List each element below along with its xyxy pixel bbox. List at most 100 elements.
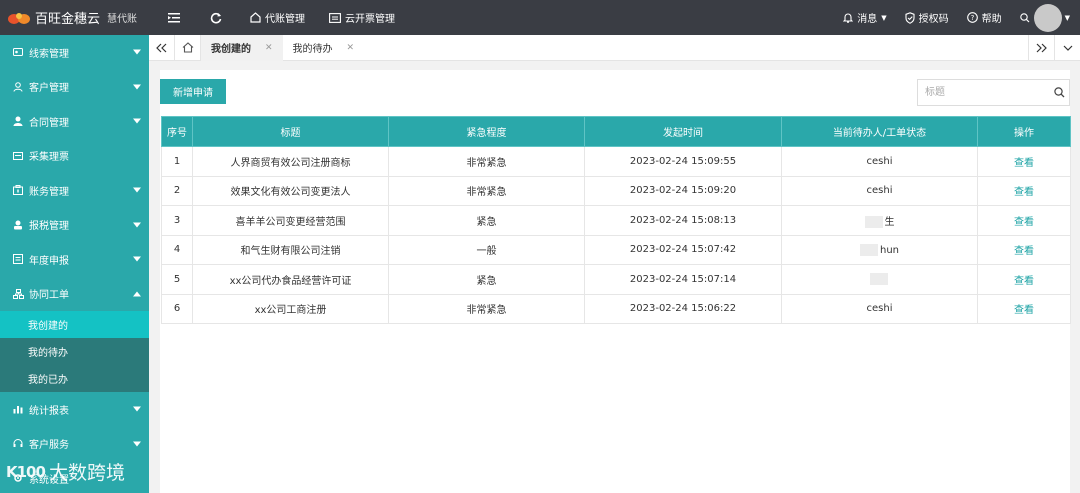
svg-text:?: ? [970,14,974,22]
sidebar-item-service[interactable]: 客户服务 [0,427,149,462]
cell-action: 查看 [977,264,1071,295]
collapse-menu-button[interactable] [168,12,180,23]
tab-bar: 我创建的 ✕ 我的待办 ✕ [149,34,1080,61]
tab-label: 我创建的 [211,44,251,55]
avatar[interactable] [1033,3,1062,32]
view-link[interactable]: 查看 [1014,305,1034,316]
table-row: 2 效果文化有效公司变更法人 非常紧急 2023-02-24 15:09:20 … [161,175,1071,206]
cloud-invoice-label: 云开票管理 [345,14,395,25]
shield-icon [905,11,915,24]
help-icon: ? [966,12,978,23]
cell-time: 2023-02-24 15:09:55 [584,146,782,177]
scroll-tabs-left-button[interactable] [149,34,175,61]
cell-title: 效果文化有效公司变更法人 [192,175,389,206]
sidebar-item-contracts[interactable]: 合同管理 [0,104,149,139]
view-link[interactable]: 查看 [1014,276,1034,287]
cell-assignee: hun [781,234,978,265]
redacted-block [869,273,888,286]
app-subtitle: 慧代账 [107,14,138,25]
tab-my-todo[interactable]: 我的待办 ✕ [283,35,365,61]
refresh-icon [210,12,222,23]
help-label: 帮助 [981,14,1002,25]
sidebar-item-leads[interactable]: 线索管理 [0,35,149,70]
submenu-item-my-todo[interactable]: 我的待办 [0,338,149,365]
chevron-down-icon [133,118,141,124]
view-link[interactable]: 查看 [1014,187,1034,198]
contract-icon [12,115,24,127]
cell-title: 和气生财有限公司注销 [192,234,389,265]
sidebar-item-label: 统计报表 [29,405,69,417]
chevron-down-icon: ▼ [881,13,887,22]
cell-title: 人界商贸有效公司注册商标 [192,146,389,177]
cell-no: 3 [161,205,193,236]
sidebar-item-tax[interactable]: 报税管理 [0,208,149,243]
user-menu[interactable]: ▼ [1033,3,1070,32]
table-row: 1 人界商贸有效公司注册商标 非常紧急 2023-02-24 15:09:55 … [161,146,1071,177]
watermark-logo: K100 [6,462,46,481]
home-tab-button[interactable] [175,34,201,61]
sidebar-item-annual[interactable]: 年度申报 [0,242,149,277]
scroll-tabs-right-button[interactable] [1028,34,1054,61]
tab-options-button[interactable] [1054,34,1080,61]
sidebar-item-label: 采集理票 [29,152,69,164]
tab-created-by-me[interactable]: 我创建的 ✕ [201,34,283,61]
sidebar-item-collect[interactable]: 采集理票 [0,139,149,174]
redacted-block [859,243,878,256]
bell-icon [843,13,854,23]
cell-title: xx公司代办食品经营许可证 [192,264,389,295]
cell-time: 2023-02-24 15:07:42 [584,234,782,265]
accounting-icon [12,184,24,196]
messages-menu[interactable]: 消息 ▼ [843,10,887,25]
agency-management-menu[interactable]: 代账管理 [250,10,305,25]
chevron-down-icon [133,256,141,262]
app-name: 百旺金穗云 [35,12,101,27]
cell-assignee: 生 [781,205,978,236]
sidebar-item-label: 合同管理 [29,117,69,129]
auth-code-label: 授权码 [918,14,949,25]
cell-urgency: 非常紧急 [388,146,585,177]
column-header-action: 操作 [977,116,1071,147]
view-link[interactable]: 查看 [1014,158,1034,169]
search-input[interactable] [918,80,1050,105]
cell-assignee: ceshi [781,146,978,177]
sidebar-item-accounting[interactable]: 账务管理 [0,173,149,208]
cell-action: 查看 [977,205,1071,236]
view-link[interactable]: 查看 [1014,217,1034,228]
brand[interactable]: 百旺金穗云 慧代账 [0,0,150,35]
sidebar-item-stats[interactable]: 统计报表 [0,392,149,427]
watermark: K100 大数跨境 [6,458,125,485]
search-icon [1019,12,1030,22]
cell-time: 2023-02-24 15:08:13 [584,205,782,236]
home-icon [182,42,193,53]
close-icon[interactable]: ✕ [347,43,355,53]
cell-action: 查看 [977,146,1071,177]
service-icon [12,438,24,450]
search-icon[interactable] [1050,87,1069,98]
tax-icon [12,219,24,231]
work-order-table: 序号 标题 紧急程度 发起时间 当前待办人/工单状态 操作 1 人界商贸有效公司… [161,116,1071,324]
annual-icon [12,253,24,265]
auth-code-menu[interactable]: 授权码 [905,10,949,25]
sidebar-item-label: 客户服务 [29,440,69,452]
sidebar-item-label: 年度申报 [29,255,69,267]
collect-icon [12,150,24,162]
sidebar-item-customers[interactable]: 客户管理 [0,70,149,105]
sidebar-item-label: 协同工单 [29,290,69,302]
sidebar-item-label: 客户管理 [29,83,69,95]
refresh-button[interactable] [210,12,222,24]
cell-assignee: ceshi [781,175,978,206]
submenu-item-my-done[interactable]: 我的已办 [0,365,149,392]
cell-action: 查看 [977,234,1071,265]
cell-no: 4 [161,234,193,265]
search-shortcut[interactable] [1019,12,1030,23]
submenu-item-created-by-me[interactable]: 我创建的 [0,311,149,338]
tab-label: 我的待办 [292,44,333,55]
column-header-assignee: 当前待办人/工单状态 [781,116,978,147]
cloud-invoice-menu[interactable]: 云开票管理 [329,10,395,25]
view-link[interactable]: 查看 [1014,246,1034,257]
new-request-button[interactable]: 新增申请 [160,79,226,104]
cell-time: 2023-02-24 15:09:20 [584,175,782,206]
sidebar-item-workflow[interactable]: 协同工单 [0,277,149,312]
close-icon[interactable]: ✕ [265,43,273,53]
help-menu[interactable]: ? 帮助 [966,10,1002,25]
